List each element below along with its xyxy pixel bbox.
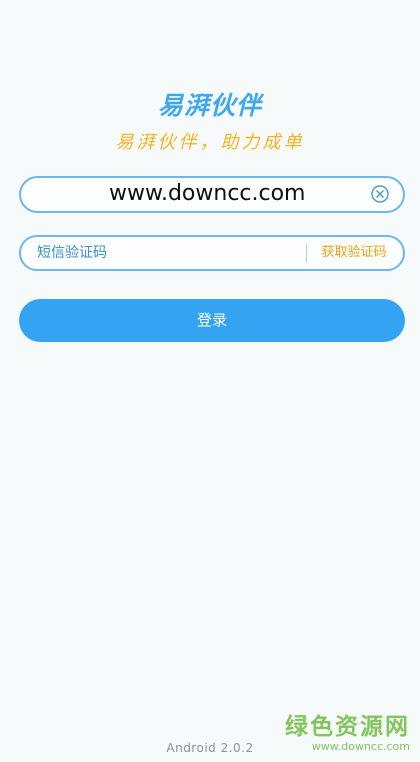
app-slogan: 易湃伙伴，助力成单 (115, 132, 305, 153)
field-divider (306, 244, 307, 262)
app-logo: 易湃伙伴 (157, 91, 262, 120)
sms-code-field[interactable]: 短信验证码 获取验证码 (19, 235, 405, 271)
login-button[interactable]: 登录 (19, 299, 405, 342)
phone-field[interactable]: www.downcc.com (19, 176, 405, 213)
get-code-button[interactable]: 获取验证码 (317, 237, 391, 269)
sms-code-input[interactable]: 短信验证码 (37, 237, 107, 269)
phone-input[interactable]: www.downcc.com (109, 178, 306, 211)
watermark-url: www.downcc.com (311, 740, 410, 753)
clear-icon[interactable] (371, 185, 389, 203)
watermark-title: 绿色资源网 (285, 714, 410, 740)
watermark: 绿色资源网 www.downcc.com (285, 714, 410, 754)
